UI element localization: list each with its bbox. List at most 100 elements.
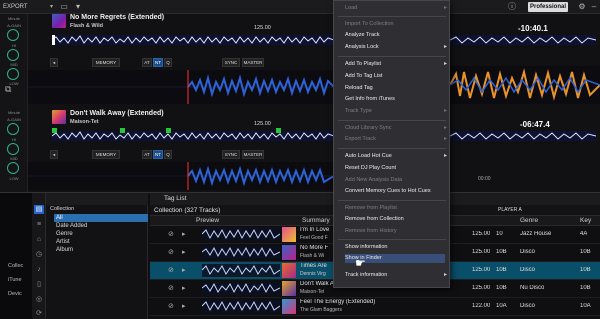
info-icon[interactable]: ⓘ <box>506 2 518 12</box>
menu-item-add-to-tag-list[interactable]: Add To Tag List <box>345 72 445 81</box>
tag-icon[interactable]: ⌂ <box>34 235 44 244</box>
fx-icon[interactable]: ⧉ <box>5 84 11 95</box>
deck2-nt-button[interactable]: NT <box>153 150 163 159</box>
menu-item-track-type[interactable]: Track Type ▸ <box>345 107 447 116</box>
row-artist: Dennis Virg <box>300 271 326 277</box>
disc-icon[interactable]: ◎ <box>34 295 44 304</box>
mid-knob[interactable] <box>7 162 19 174</box>
deck1-prev-button[interactable]: ◂ <box>50 58 58 67</box>
menu-item-auto-load-hot-cue[interactable]: Auto Load Hot Cue ▸ <box>345 152 447 161</box>
table-row[interactable]: ⊘ ▸ Feel The Energy (Extended) The Glam … <box>150 298 600 316</box>
music-note-icon[interactable]: ♪ <box>34 265 44 274</box>
column-header-summary[interactable]: Summary <box>302 217 330 224</box>
row-preview-waveform[interactable] <box>202 228 280 241</box>
menu-item-reload-tag[interactable]: Reload Tag <box>345 84 445 93</box>
row-preview-waveform[interactable] <box>202 246 280 259</box>
menu-item-add-to-playlist[interactable]: Add To Playlist ▸ <box>345 60 447 69</box>
tree-item-collection[interactable]: Collection <box>48 205 142 213</box>
layout-icon[interactable]: ▭ <box>58 2 70 12</box>
deck1-main-waveform[interactable] <box>28 70 334 104</box>
deck1-at-button[interactable]: AT <box>142 58 152 67</box>
deck1-main-waveform-right[interactable] <box>450 66 600 104</box>
gain-knob[interactable] <box>7 123 19 135</box>
menu-item-track-information[interactable]: Track information ▸ <box>345 271 447 280</box>
play-icon[interactable]: ▸ <box>182 302 186 310</box>
deck2-overview-waveform[interactable] <box>52 131 334 141</box>
hi-knob[interactable] <box>7 49 19 61</box>
deck2-hotcue-marker[interactable] <box>166 128 171 133</box>
tree-item-genre[interactable]: Genre <box>54 230 148 238</box>
hi-knob[interactable] <box>7 143 19 155</box>
tag-icon[interactable]: ⊘ <box>168 284 174 292</box>
deck2-at-button[interactable]: AT <box>142 150 152 159</box>
sync-icon[interactable]: ⟳ <box>34 309 44 318</box>
deck2-prev-button[interactable]: ◂ <box>50 150 58 159</box>
deck1-overview-waveform-right[interactable] <box>450 35 596 45</box>
menu-item-add-new-analysis-data[interactable]: Add New Analysis Data <box>345 176 445 185</box>
row-preview-waveform[interactable] <box>202 300 280 313</box>
deck2-hotcue-marker[interactable] <box>276 128 281 133</box>
menu-item-export-track[interactable]: Export Track ▸ <box>345 135 447 144</box>
deck2-hotcue-marker[interactable] <box>120 128 125 133</box>
menu-item-analyze-track[interactable]: Analyze Track <box>345 31 445 40</box>
device-icon[interactable]: ▯ <box>34 280 44 289</box>
column-header-preview[interactable]: Preview <box>196 217 219 224</box>
deck1-overview-waveform[interactable] <box>52 35 334 45</box>
tag-icon[interactable]: ⊘ <box>168 230 174 238</box>
row-preview-waveform[interactable] <box>202 264 280 277</box>
deck2-sync-button[interactable]: SYNC <box>222 150 240 159</box>
deck1-q-button[interactable]: Q <box>164 58 172 67</box>
far-left-label[interactable]: iTune <box>8 277 22 283</box>
play-icon[interactable]: ▸ <box>182 248 186 256</box>
play-icon[interactable]: ▸ <box>182 230 186 238</box>
menu-item-remove-from-playlist[interactable]: Remove from Playlist <box>345 204 445 213</box>
menu-item-analysis-lock[interactable]: Analysis Lock ▸ <box>345 43 447 52</box>
mid-knob[interactable] <box>7 68 19 80</box>
tree-item-album[interactable]: Album <box>54 246 148 254</box>
tag-icon[interactable]: ⊘ <box>168 302 174 310</box>
far-left-label[interactable]: Devic <box>8 291 22 297</box>
deck1-sync-button[interactable]: SYNC <box>222 58 240 67</box>
deck2-main-waveform[interactable] <box>28 162 334 190</box>
professional-button[interactable]: Professional <box>528 2 568 12</box>
collection-icon[interactable]: ▤ <box>34 205 44 214</box>
column-header-key[interactable]: Key <box>580 217 591 224</box>
deck2-master-button[interactable]: MASTER <box>242 150 264 159</box>
history-icon[interactable]: ◷ <box>34 250 44 259</box>
tag-icon[interactable]: ⊘ <box>168 248 174 256</box>
menu-item-label: Analysis Lock <box>345 44 379 50</box>
menu-item-remove-from-collection[interactable]: Remove from Collection <box>345 215 445 224</box>
menu-item-remove-from-history[interactable]: Remove from History <box>345 227 445 236</box>
menu-item-load[interactable]: Load ▸ <box>345 4 447 13</box>
tree-item-date-added[interactable]: Date Added <box>54 222 148 230</box>
play-icon[interactable]: ▸ <box>182 266 186 274</box>
minimize-icon[interactable]: – <box>588 2 600 12</box>
column-header-genre[interactable]: Genre <box>520 217 538 224</box>
playlist-icon[interactable]: ≡ <box>34 220 44 229</box>
tree-item-artist[interactable]: Artist <box>54 238 148 246</box>
tag-list-title[interactable]: Tag List <box>164 195 186 202</box>
deck2-hotcue-marker[interactable] <box>52 128 57 133</box>
export-mode-select[interactable]: EXPORT ▾ <box>3 2 53 12</box>
menu-item-show-information[interactable]: Show information <box>345 243 445 252</box>
play-icon[interactable]: ▸ <box>182 284 186 292</box>
menu-item-cloud-library-sync[interactable]: Cloud Library Sync ▸ <box>345 124 447 133</box>
gain-knob[interactable] <box>7 29 19 41</box>
deck2-overview-waveform-right[interactable] <box>450 131 596 141</box>
menu-item-reset-play-count[interactable]: Reset DJ Play Count <box>345 164 445 173</box>
deck1-nt-button[interactable]: NT <box>153 58 163 67</box>
menu-item-get-info-itunes[interactable]: Get Info from iTunes <box>345 95 445 104</box>
menu-item-import-to-collection[interactable]: Import To Collection <box>345 20 445 29</box>
tree-item-all[interactable]: All <box>54 214 148 222</box>
tag-icon[interactable]: ⊘ <box>168 266 174 274</box>
deck2-memory-button[interactable]: MEMORY <box>92 150 120 159</box>
deck1-memory-button[interactable]: MEMORY <box>92 58 120 67</box>
far-left-label[interactable]: Collec <box>8 263 23 269</box>
row-preview-waveform[interactable] <box>202 282 280 295</box>
menu-item-convert-memory-cues[interactable]: Convert Memory Cues to Hot Cues <box>345 187 445 196</box>
player-select[interactable]: PLAYER A <box>498 207 522 213</box>
layout-dropdown-icon[interactable]: ▾ <box>72 2 84 12</box>
deck2-q-button[interactable]: Q <box>164 150 172 159</box>
deck1-master-button[interactable]: MASTER <box>242 58 264 67</box>
gear-icon[interactable]: ⚙ <box>576 2 588 12</box>
